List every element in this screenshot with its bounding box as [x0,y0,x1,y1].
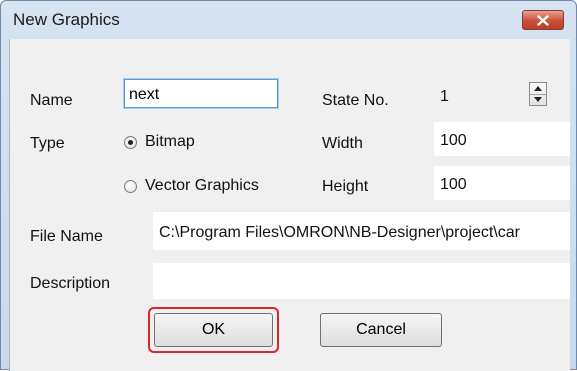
bitmap-radio[interactable] [124,136,137,149]
file-name-label: File Name [30,228,103,245]
cancel-button[interactable]: Cancel [320,313,442,347]
close-x-icon [537,14,549,26]
triangle-down-icon [534,97,542,102]
triangle-up-icon [534,86,542,91]
spinner-down-arrow[interactable] [530,94,546,105]
state-no-label: State No. [322,92,389,109]
state-no-spinner[interactable] [529,82,547,106]
height-label: Height [322,178,369,195]
window-title: New Graphics [13,10,120,29]
file-name-field[interactable]: C:\Program Files\OMRON\NB-Designer\proje… [153,212,570,250]
radio-selected-dot [128,140,133,145]
width-field[interactable]: 100 [434,122,570,156]
name-label: Name [30,92,73,109]
vector-graphics-radio[interactable] [124,180,137,193]
dialog-window: New Graphics Name next State No. 1 Type [0,0,577,371]
file-name-value: C:\Program Files\OMRON\NB-Designer\proje… [159,224,520,241]
width-value: 100 [440,132,467,149]
type-label: Type [30,135,65,152]
vector-graphics-option-label[interactable]: Vector Graphics [145,177,259,195]
bitmap-option-label[interactable]: Bitmap [145,133,195,151]
description-input[interactable] [153,263,570,299]
ok-button[interactable]: OK [154,313,273,347]
height-field[interactable]: 100 [434,166,570,200]
name-input-value: next [129,86,160,103]
description-label: Description [30,275,111,292]
close-button[interactable] [522,10,564,30]
width-label: Width [322,135,363,152]
name-input[interactable]: next [123,78,279,109]
title-bar[interactable]: New Graphics [1,1,576,39]
state-no-value: 1 [440,88,449,105]
dialog-client-area: Name next State No. 1 Type Bitmap Width … [9,39,570,371]
height-value: 100 [440,176,467,193]
